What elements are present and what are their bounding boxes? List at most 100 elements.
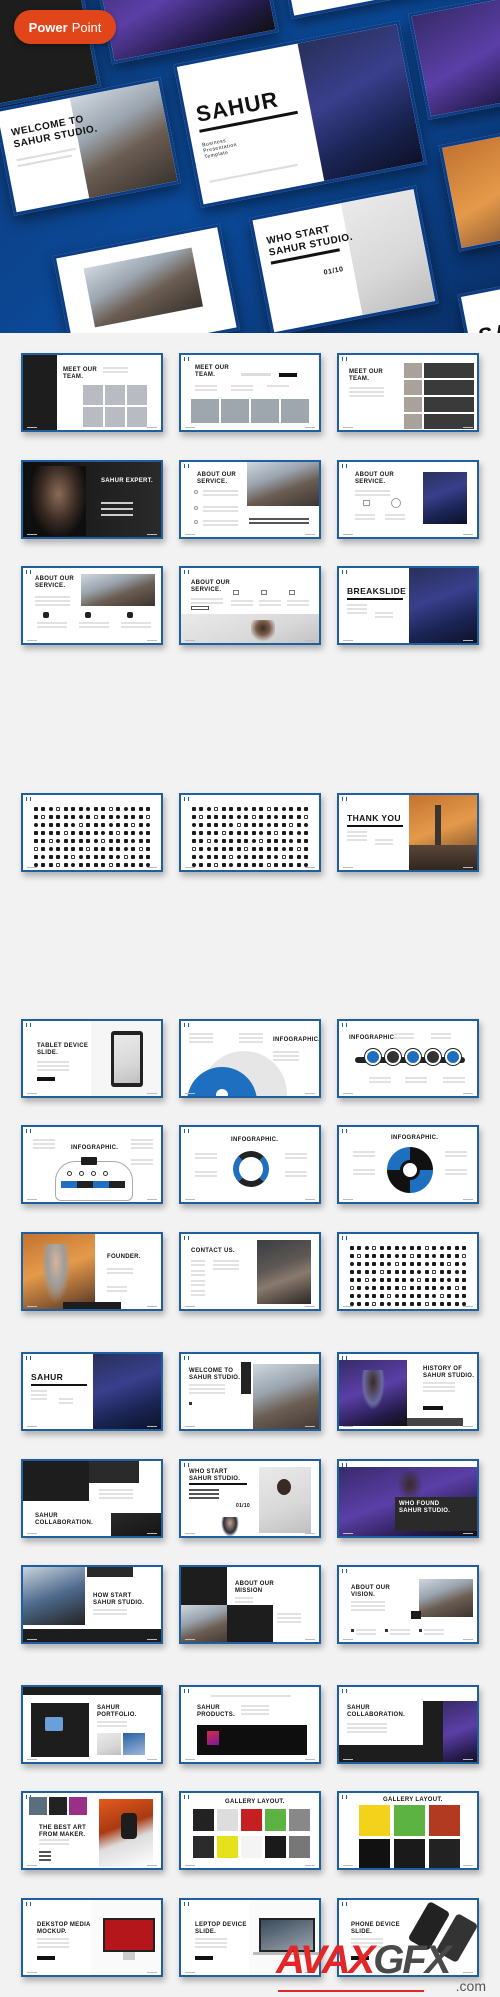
glyph-icon — [296, 854, 301, 859]
slide-thumbnail-icons[interactable] — [337, 1232, 479, 1311]
slide-image — [400, 1160, 420, 1180]
glyph-icon — [259, 806, 264, 811]
slide-title: WELCOME TO SAHUR STUDIO. — [189, 1368, 241, 1382]
slide-thumbnail-service-d[interactable]: ABOUT OUR SERVICE. — [179, 566, 321, 645]
slide-thumbnail-icons[interactable] — [179, 793, 321, 872]
glyph-icon — [274, 846, 279, 851]
slide-image — [31, 466, 86, 536]
slide-title: ABOUT OUR SERVICE. — [355, 472, 395, 486]
slide-thumbnail-tablet[interactable]: TABLET DEVICE SLIDE. — [21, 1019, 163, 1098]
glyph-icon — [78, 846, 83, 851]
slide-thumbnail-products[interactable]: SAHUR PRODUCTS. — [179, 1685, 321, 1764]
glyph-icon — [146, 822, 151, 827]
glyph-icon — [357, 1301, 362, 1306]
slide-thumbnail-service-c[interactable]: ABOUT OUR SERVICE. — [21, 566, 163, 645]
glyph-icon — [447, 1253, 452, 1258]
slide-thumbnail-welcome[interactable]: WELCOME TO SAHUR STUDIO. — [179, 1352, 321, 1431]
slide-thumbnail-expert[interactable]: SAHUR EXPERT. — [21, 460, 163, 539]
slide-title: MEET OUR TEAM. — [195, 365, 230, 379]
glyph-icon — [462, 1261, 467, 1266]
glyph-icon — [364, 1245, 369, 1250]
glyph-icon — [424, 1277, 429, 1282]
brand-logo-icon — [342, 1689, 347, 1693]
slide-thumbnail-info-steps[interactable]: INFOGRAPHIC. — [21, 1125, 163, 1204]
glyph-icon — [229, 846, 234, 851]
slide-title: CONTACT US. — [191, 1248, 235, 1254]
glyph-icon — [41, 854, 46, 859]
glyph-icon — [93, 862, 98, 867]
slide-thumbnail-icons[interactable] — [21, 793, 163, 872]
glyph-icon — [439, 1285, 444, 1290]
slide-thumbnail-break[interactable]: BREAKSLIDE — [337, 566, 479, 645]
slide-thumbnail-who-found[interactable]: WHO FOUND SAHUR STUDIO. — [337, 1459, 479, 1538]
slide-thumbnail-how-start[interactable]: HOW START SAHUR STUDIO. — [21, 1565, 163, 1644]
slide-thumbnail-gallery-10[interactable]: GALLERY LAYOUT. — [179, 1791, 321, 1870]
slide-thumbnail-cover[interactable]: SAHUR — [21, 1352, 163, 1431]
slide-thumbnail-contact[interactable]: CONTACT US. — [179, 1232, 321, 1311]
watermark-part1: AVAX — [276, 1938, 375, 1982]
glyph-icon — [424, 1285, 429, 1290]
slide-thumbnail-info-ring[interactable]: INFOGRAPHIC. — [179, 1125, 321, 1204]
glyph-icon — [402, 1285, 407, 1290]
slide-thumbnail-portfolio[interactable]: SAHUR PORTFOLIO. — [21, 1685, 163, 1764]
glyph-icon — [349, 1269, 354, 1274]
glyph-icon — [454, 1285, 459, 1290]
slide-thumbnail-collab-light[interactable]: SAHUR COLLABORATION. — [337, 1685, 479, 1764]
slide-title: INFOGRAPHIC. — [71, 1145, 119, 1151]
slide-thumbnail-history[interactable]: HISTORY OF SAHUR STUDIO. — [337, 1352, 479, 1431]
glyph-icon — [86, 854, 91, 859]
slide-image — [194, 520, 198, 524]
watermark-underline — [278, 1990, 424, 1992]
glyph-icon — [259, 854, 264, 859]
slide-image — [407, 1418, 463, 1426]
slide-title: SAHUR EXPERT. — [101, 478, 153, 484]
slide-image — [424, 397, 474, 412]
glyph-icon — [116, 830, 121, 835]
slide-image — [251, 620, 275, 643]
slide-thumbnail-team-dark[interactable]: MEET OUR TEAM. — [21, 353, 163, 432]
glyph-icon — [93, 830, 98, 835]
glyph-icon — [379, 1253, 384, 1258]
glyph-icon — [432, 1277, 437, 1282]
icon-grid — [191, 805, 309, 867]
slide-thumbnail-info-chain[interactable]: INFOGRAPHIC. — [337, 1019, 479, 1098]
slide-thumbnail-info-cycle[interactable]: INFOGRAPHIC. — [337, 1125, 479, 1204]
glyph-icon — [48, 830, 53, 835]
glyph-icon — [93, 822, 98, 827]
glyph-icon — [372, 1301, 377, 1306]
glyph-icon — [206, 822, 211, 827]
glyph-icon — [146, 814, 151, 819]
slide-image — [409, 568, 477, 643]
slide-thumbnail-who-start[interactable]: WHO START SAHUR STUDIO. 01/10 — [179, 1459, 321, 1538]
glyph-icon — [221, 862, 226, 867]
glyph-icon — [409, 1293, 414, 1298]
slide-thumbnail-service-a[interactable]: ABOUT OUR SERVICE. — [179, 460, 321, 539]
slide-thumbnail-founder[interactable]: FOUNDER. — [21, 1232, 163, 1311]
glyph-icon — [372, 1277, 377, 1282]
glyph-icon — [454, 1277, 459, 1282]
slide-thumbnail-vision[interactable]: ABOUT OUR VISION. — [337, 1565, 479, 1644]
slide-thumbnail-collab-dark[interactable]: SAHUR COLLABORATION. — [21, 1459, 163, 1538]
slide-title: DEKSTOP MEDIA MOCKUP. — [37, 1922, 91, 1936]
slide-image — [347, 598, 403, 600]
slide-thumbnail-team-list[interactable]: MEET OUR TEAM. — [337, 353, 479, 432]
slide-thumbnail-mission[interactable]: ABOUT OUR MISSION — [179, 1565, 321, 1644]
glyph-icon — [41, 822, 46, 827]
slide-image — [207, 1731, 219, 1745]
glyph-icon — [447, 1269, 452, 1274]
slide-thumbnail-gallery-6[interactable]: GALLERY LAYOUT. — [337, 1791, 479, 1870]
glyph-icon — [33, 830, 38, 835]
slide-thumbnail-info-arc[interactable]: INFOGRAPHIC. — [179, 1019, 321, 1098]
slide-thumbnail-team-row[interactable]: MEET OUR TEAM. — [179, 353, 321, 432]
slide-thumbnail-service-b[interactable]: ABOUT OUR SERVICE. — [337, 460, 479, 539]
slide-thumbnail-desktop[interactable]: DEKSTOP MEDIA MOCKUP. — [21, 1898, 163, 1977]
slide-image — [111, 1513, 161, 1536]
glyph-icon — [394, 1285, 399, 1290]
slide-thumbnail-thanks[interactable]: THANK YOU — [337, 793, 479, 872]
glyph-icon — [439, 1277, 444, 1282]
glyph-icon — [123, 822, 128, 827]
glyph-icon — [387, 1261, 392, 1266]
glyph-icon — [108, 838, 113, 843]
glyph-icon — [236, 838, 241, 843]
slide-thumbnail-art[interactable]: THE BEST ART FROM MAKER. — [21, 1791, 163, 1870]
